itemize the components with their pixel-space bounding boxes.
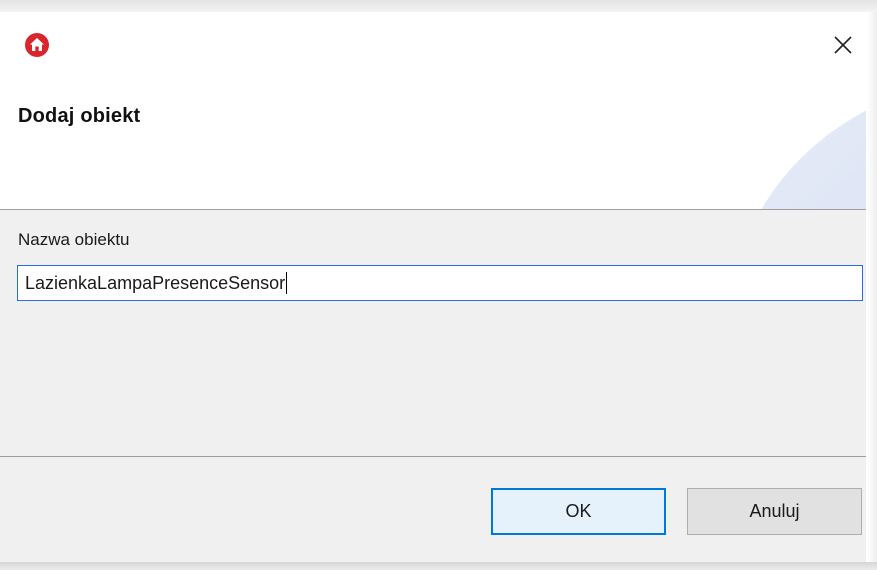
object-name-input[interactable]: LazienkaLampaPresenceSensor — [17, 265, 863, 301]
object-name-value: LazienkaLampaPresenceSensor — [25, 273, 286, 293]
dialog-footer: OK Anuluj — [0, 457, 866, 562]
header-swoosh-decoration — [761, 110, 866, 209]
dialog-content: Nazwa obiektu LazienkaLampaPresenceSenso… — [0, 210, 866, 456]
window-bottom-shadow — [0, 562, 877, 570]
dialog-header: Dodaj obiekt — [0, 12, 866, 209]
window-right-shadow — [867, 12, 877, 570]
window-top-border — [0, 0, 877, 12]
add-object-dialog: Dodaj obiekt Nazwa obiektu LazienkaLampa… — [0, 0, 877, 570]
cancel-button[interactable]: Anuluj — [687, 488, 862, 535]
close-icon — [834, 36, 852, 54]
dialog-title: Dodaj obiekt — [18, 105, 141, 127]
ok-button[interactable]: OK — [491, 488, 666, 535]
text-caret — [286, 271, 288, 294]
close-button[interactable] — [826, 28, 860, 62]
object-name-label: Nazwa obiektu — [18, 230, 130, 249]
home-app-icon — [25, 33, 49, 57]
